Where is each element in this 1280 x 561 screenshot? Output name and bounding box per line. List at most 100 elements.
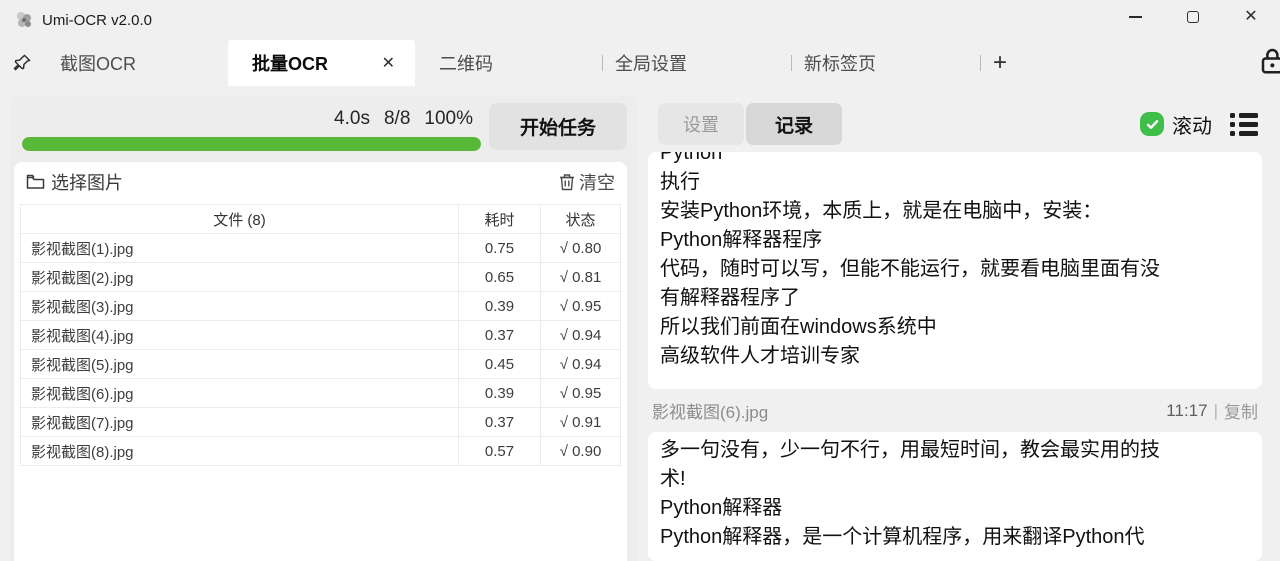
trash-icon xyxy=(559,173,575,191)
title-bar: Umi-OCR v2.0.0 ✕ xyxy=(0,0,1280,40)
column-header-file: 文件 (8) xyxy=(21,205,459,234)
tab-bar: 截图OCR 批量OCR ✕ 二维码 全局设置 新标签页 + xyxy=(0,40,1280,86)
ocr-text-line: Python解释器程序 xyxy=(660,226,1250,255)
file-cell: 影视截图(4).jpg xyxy=(21,321,459,350)
stat-elapsed: 4.0s xyxy=(334,108,370,130)
stat-count: 8/8 xyxy=(384,108,410,130)
tab-label: 截图OCR xyxy=(60,50,136,76)
time-cell: 0.75 xyxy=(459,234,541,263)
file-cell: 影视截图(8).jpg xyxy=(21,437,459,466)
progress-bar xyxy=(22,137,481,151)
window-title: Umi-OCR v2.0.0 xyxy=(42,12,152,29)
ocr-text-line: 所以我们前面在windows系统中 xyxy=(660,313,1250,342)
tab-label: 二维码 xyxy=(439,50,493,76)
select-images-button[interactable]: 选择图片 xyxy=(26,169,123,195)
time-cell: 0.65 xyxy=(459,263,541,292)
lock-icon xyxy=(1258,46,1280,76)
maximize-button[interactable] xyxy=(1164,0,1222,34)
tab-global-settings[interactable]: 全局设置 xyxy=(603,40,791,86)
record-text-block[interactable]: Python 执行 安装Python环境，本质上，就是在电脑中，安装： Pyth… xyxy=(648,152,1262,389)
status-cell: √ 0.90 xyxy=(541,437,621,466)
scroll-toggle-label: 滚动 xyxy=(1172,110,1212,139)
status-cell: √ 0.95 xyxy=(541,379,621,408)
scroll-checkbox[interactable] xyxy=(1140,112,1164,136)
status-cell: √ 0.94 xyxy=(541,350,621,379)
table-row[interactable]: 影视截图(2).jpg 0.65 √ 0.81 xyxy=(21,263,621,292)
close-button[interactable]: ✕ xyxy=(1222,0,1280,34)
tab-settings[interactable]: 设置 xyxy=(658,103,744,145)
list-icon-row xyxy=(1230,122,1258,127)
table-row[interactable]: 影视截图(1).jpg 0.75 √ 0.80 xyxy=(21,234,621,263)
time-cell: 0.45 xyxy=(459,350,541,379)
clear-list-button[interactable]: 清空 xyxy=(559,169,615,195)
tab-new-page[interactable]: 新标签页 xyxy=(792,40,980,86)
time-cell: 0.37 xyxy=(459,321,541,350)
table-row[interactable]: 影视截图(4).jpg 0.37 √ 0.94 xyxy=(21,321,621,350)
table-row[interactable]: 影视截图(6).jpg 0.39 √ 0.95 xyxy=(21,379,621,408)
ocr-text-line: 术! xyxy=(660,465,1250,494)
ocr-text-line: Python解释器，是一个计算机程序，用来翻译Python代 xyxy=(660,523,1250,552)
file-cell: 影视截图(7).jpg xyxy=(21,408,459,437)
table-row[interactable]: 影视截图(7).jpg 0.37 √ 0.91 xyxy=(21,408,621,437)
status-cell: √ 0.80 xyxy=(541,234,621,263)
file-cell: 影视截图(1).jpg xyxy=(21,234,459,263)
status-cell: √ 0.95 xyxy=(541,292,621,321)
table-row[interactable]: 影视截图(8).jpg 0.57 √ 0.90 xyxy=(21,437,621,466)
add-tab-button[interactable]: + xyxy=(981,40,1041,86)
app-logo-icon xyxy=(14,10,34,30)
ocr-text-line: 高级软件人才培训专家 xyxy=(660,342,1250,371)
plus-icon: + xyxy=(993,49,1007,77)
status-cell: √ 0.81 xyxy=(541,263,621,292)
record-text-block[interactable]: 多一句没有，少一句不行，用最短时间，教会最实用的技 术! Python解释器 P… xyxy=(648,432,1262,561)
column-header-status: 状态 xyxy=(541,205,621,234)
record-file-name: 影视截图(6).jpg xyxy=(652,398,768,423)
pushpin-icon xyxy=(12,53,32,73)
file-cell: 影视截图(5).jpg xyxy=(21,350,459,379)
file-cell: 影视截图(3).jpg xyxy=(21,292,459,321)
task-stats: 4.0s 8/8 100% xyxy=(22,103,481,135)
clear-list-label: 清空 xyxy=(579,169,615,195)
record-menu-button[interactable] xyxy=(1230,113,1258,136)
result-panel: 设置 记录 滚动 Python 执行 安装Python环境，本质上，就是在电脑中… xyxy=(648,95,1272,561)
record-item-header: 影视截图(6).jpg 11:17 | 复制 xyxy=(648,389,1262,432)
minimize-icon xyxy=(1129,16,1142,18)
tab-screenshot-ocr[interactable]: 截图OCR xyxy=(44,40,228,86)
list-icon-row xyxy=(1230,131,1258,136)
tab-close-icon[interactable]: ✕ xyxy=(382,53,395,73)
file-cell: 影视截图(6).jpg xyxy=(21,379,459,408)
record-separator: | xyxy=(1214,401,1218,421)
file-list-card: 选择图片 清空 文件 (8) 耗时 状态 影视截图(1).jpg 0.75 √ … xyxy=(14,162,627,561)
time-cell: 0.39 xyxy=(459,379,541,408)
ocr-text-line: 多一句没有，少一句不行，用最短时间，教会最实用的技 xyxy=(660,436,1250,465)
table-header-row: 文件 (8) 耗时 状态 xyxy=(21,205,621,234)
ocr-text-line: Python解释器 xyxy=(660,494,1250,523)
status-cell: √ 0.94 xyxy=(541,321,621,350)
ocr-text-line: 安装Python环境，本质上，就是在电脑中，安装： xyxy=(660,197,1250,226)
select-images-label: 选择图片 xyxy=(51,169,123,195)
tab-records[interactable]: 记录 xyxy=(746,103,842,145)
start-task-button[interactable]: 开始任务 xyxy=(489,103,627,150)
time-cell: 0.57 xyxy=(459,437,541,466)
tab-qrcode[interactable]: 二维码 xyxy=(415,40,602,86)
maximize-icon xyxy=(1187,11,1199,23)
record-timestamp: 11:17 xyxy=(1166,401,1207,421)
file-table: 文件 (8) 耗时 状态 影视截图(1).jpg 0.75 √ 0.80 影视截… xyxy=(20,204,621,466)
ocr-text-line: 执行 xyxy=(660,168,1250,197)
copy-record-link[interactable]: 复制 xyxy=(1224,398,1258,423)
tab-label: 批量OCR xyxy=(252,50,328,76)
file-cell: 影视截图(2).jpg xyxy=(21,263,459,292)
ocr-text-line: 有解释器程序了 xyxy=(660,284,1250,313)
ocr-text-line: 代码，随时可以写，但能不能运行，就要看电脑里面有没 xyxy=(660,255,1250,284)
batch-task-panel: 4.0s 8/8 100% 开始任务 选择图片 清空 xyxy=(10,95,637,561)
close-icon: ✕ xyxy=(1244,9,1257,25)
time-cell: 0.39 xyxy=(459,292,541,321)
lock-layout-button[interactable] xyxy=(1258,46,1280,76)
list-icon-row xyxy=(1230,113,1258,118)
table-row[interactable]: 影视截图(3).jpg 0.39 √ 0.95 xyxy=(21,292,621,321)
tab-batch-ocr[interactable]: 批量OCR ✕ xyxy=(228,40,415,86)
pin-button[interactable] xyxy=(0,40,44,86)
status-cell: √ 0.91 xyxy=(541,408,621,437)
table-row[interactable]: 影视截图(5).jpg 0.45 √ 0.94 xyxy=(21,350,621,379)
record-list: Python 执行 安装Python环境，本质上，就是在电脑中，安装： Pyth… xyxy=(648,152,1262,561)
minimize-button[interactable] xyxy=(1106,0,1164,34)
